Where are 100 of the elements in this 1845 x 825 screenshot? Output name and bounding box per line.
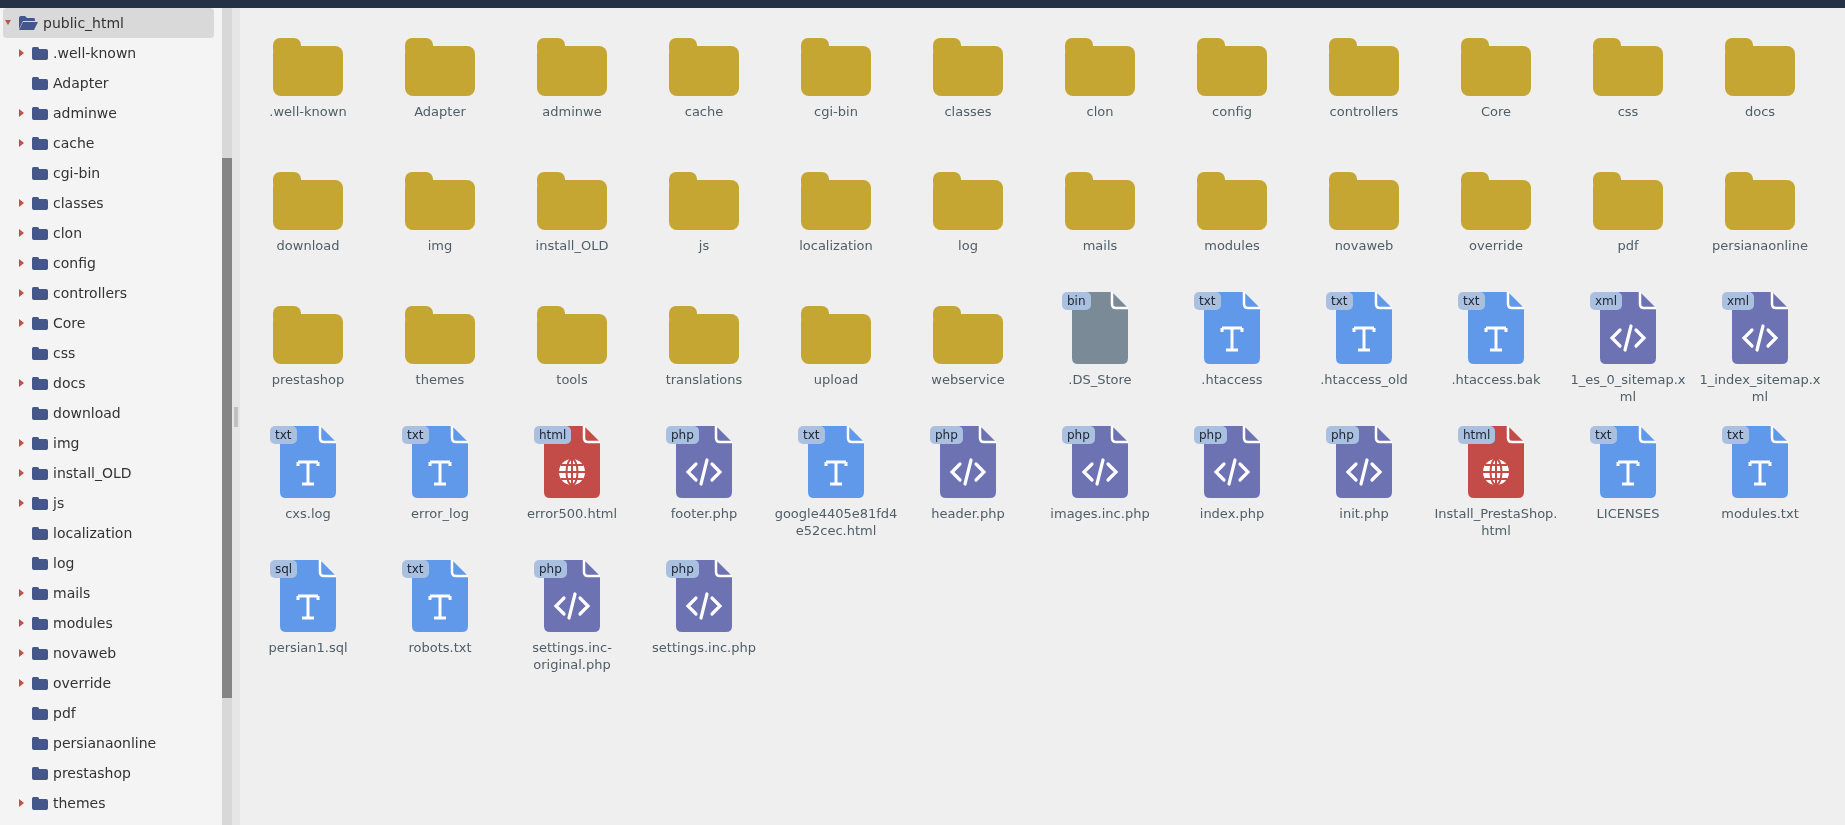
tree-item[interactable]: cgi-bin xyxy=(0,158,222,188)
folder-icon xyxy=(933,306,1003,364)
file-name[interactable]: 1_es_0_sitemap.xml xyxy=(1565,372,1691,406)
file-name[interactable]: .DS_Store xyxy=(1068,372,1132,389)
file-name[interactable]: css xyxy=(1617,104,1639,121)
file-name[interactable]: clon xyxy=(1086,104,1114,121)
tree-item[interactable]: classes xyxy=(0,188,222,218)
file-name[interactable]: log xyxy=(958,238,978,255)
file-name[interactable]: classes xyxy=(944,104,992,121)
tree-item[interactable]: prestashop xyxy=(0,758,222,788)
file-name[interactable]: controllers xyxy=(1329,104,1399,121)
file-name[interactable]: settings.inc.php xyxy=(652,640,756,657)
folder-icon xyxy=(801,38,871,96)
file-name[interactable]: robots.txt xyxy=(408,640,472,657)
file-name[interactable]: .well-known xyxy=(269,104,347,121)
folder-icon xyxy=(32,286,48,300)
tree-item[interactable]: js xyxy=(0,488,222,518)
file-name[interactable]: novaweb xyxy=(1334,238,1394,255)
tree-item[interactable]: localization xyxy=(0,518,222,548)
file-name[interactable]: docs xyxy=(1744,104,1776,121)
file-name[interactable]: error500.html xyxy=(527,506,617,523)
folder-icon xyxy=(669,306,739,364)
file-name[interactable]: prestashop xyxy=(271,372,345,389)
file-name[interactable]: .htaccess.bak xyxy=(1451,372,1541,389)
tree-item[interactable]: css xyxy=(0,338,222,368)
file-name[interactable]: cache xyxy=(684,104,724,121)
file-type-tag: xml xyxy=(1722,292,1755,310)
caret-right-icon xyxy=(19,649,25,657)
file-name[interactable]: persianaonline xyxy=(1712,238,1808,255)
file-name[interactable]: modules.txt xyxy=(1721,506,1799,523)
file-type-tag: sql xyxy=(270,560,298,578)
folder-icon xyxy=(273,306,343,364)
file-name[interactable]: header.php xyxy=(931,506,1005,523)
file-name[interactable]: .htaccess xyxy=(1201,372,1263,389)
folder-icon xyxy=(273,172,343,230)
tree-item[interactable]: pdf xyxy=(0,698,222,728)
folder-icon xyxy=(32,526,48,540)
file-name[interactable]: footer.php xyxy=(670,506,738,523)
file-name[interactable]: persian1.sql xyxy=(268,640,348,657)
tree-item[interactable]: download xyxy=(0,398,222,428)
caret-right-icon xyxy=(19,619,25,627)
splitter-handle[interactable] xyxy=(232,8,240,825)
file-name[interactable]: LICENSES xyxy=(1596,506,1660,523)
tree-item[interactable]: modules xyxy=(0,608,222,638)
file-name[interactable]: Core xyxy=(1480,104,1512,121)
file-name[interactable]: Adapter xyxy=(414,104,466,121)
folder-icon xyxy=(32,736,48,750)
file-name[interactable]: download xyxy=(276,238,340,255)
file-name[interactable]: translations xyxy=(665,372,743,389)
tree-item[interactable]: img xyxy=(0,428,222,458)
file-name[interactable]: pdf xyxy=(1617,238,1639,255)
file-name[interactable]: img xyxy=(427,238,453,255)
tree-item[interactable]: cache xyxy=(0,128,222,158)
tree-item[interactable]: public_html xyxy=(3,8,214,38)
tree-item[interactable]: adminwe xyxy=(0,98,222,128)
file-name[interactable]: Install_PrestaShop.html xyxy=(1433,506,1559,540)
file-name[interactable]: google4405e81fd4e52cec.html xyxy=(773,506,899,540)
file-name[interactable]: upload xyxy=(813,372,859,389)
tree-item[interactable]: docs xyxy=(0,368,222,398)
file-name[interactable]: themes xyxy=(415,372,465,389)
tree-item[interactable]: novaweb xyxy=(0,638,222,668)
file-name[interactable]: modules xyxy=(1204,238,1260,255)
file-name[interactable]: override xyxy=(1469,238,1523,255)
folder-icon xyxy=(1461,38,1531,96)
file-name[interactable]: webservice xyxy=(931,372,1005,389)
caret-right-icon xyxy=(19,679,25,687)
tree-item[interactable]: Adapter xyxy=(0,68,222,98)
tree-item[interactable]: .well-known xyxy=(0,38,222,68)
tree-item[interactable]: Core xyxy=(0,308,222,338)
tree-item[interactable]: override xyxy=(0,668,222,698)
folder-icon xyxy=(32,196,48,210)
file-name[interactable]: index.php xyxy=(1199,506,1265,523)
tree-item[interactable]: clon xyxy=(0,218,222,248)
tree-item[interactable]: themes xyxy=(0,788,222,818)
file-type-tag: txt xyxy=(402,426,429,444)
file-name[interactable]: error_log xyxy=(411,506,469,523)
tree-item[interactable]: install_OLD xyxy=(0,458,222,488)
file-name[interactable]: cgi-bin xyxy=(814,104,858,121)
file-name[interactable]: tools xyxy=(556,372,588,389)
file-name[interactable]: settings.inc-original.php xyxy=(509,640,635,674)
tree-item[interactable]: controllers xyxy=(0,278,222,308)
tree-item[interactable]: config xyxy=(0,248,222,278)
file-name[interactable]: config xyxy=(1212,104,1252,121)
file-name[interactable]: localization xyxy=(799,238,873,255)
file-name[interactable]: adminwe xyxy=(542,104,602,121)
file-name[interactable]: cxs.log xyxy=(285,506,331,523)
tree-item[interactable]: persianaonline xyxy=(0,728,222,758)
file-type-tag: php xyxy=(1194,426,1227,444)
tree-item[interactable]: log xyxy=(0,548,222,578)
file-name[interactable]: images.inc.php xyxy=(1050,506,1150,523)
folder-icon xyxy=(32,226,48,240)
file-name[interactable]: 1_index_sitemap.xml xyxy=(1697,372,1823,406)
file-type-tag: xml xyxy=(1590,292,1623,310)
file-name[interactable]: .htaccess_old xyxy=(1320,372,1408,389)
scrollbar[interactable] xyxy=(222,8,232,825)
tree-item[interactable]: mails xyxy=(0,578,222,608)
file-name[interactable]: init.php xyxy=(1339,506,1389,523)
file-name[interactable]: js xyxy=(698,238,710,255)
file-name[interactable]: install_OLD xyxy=(535,238,609,255)
file-name[interactable]: mails xyxy=(1082,238,1118,255)
